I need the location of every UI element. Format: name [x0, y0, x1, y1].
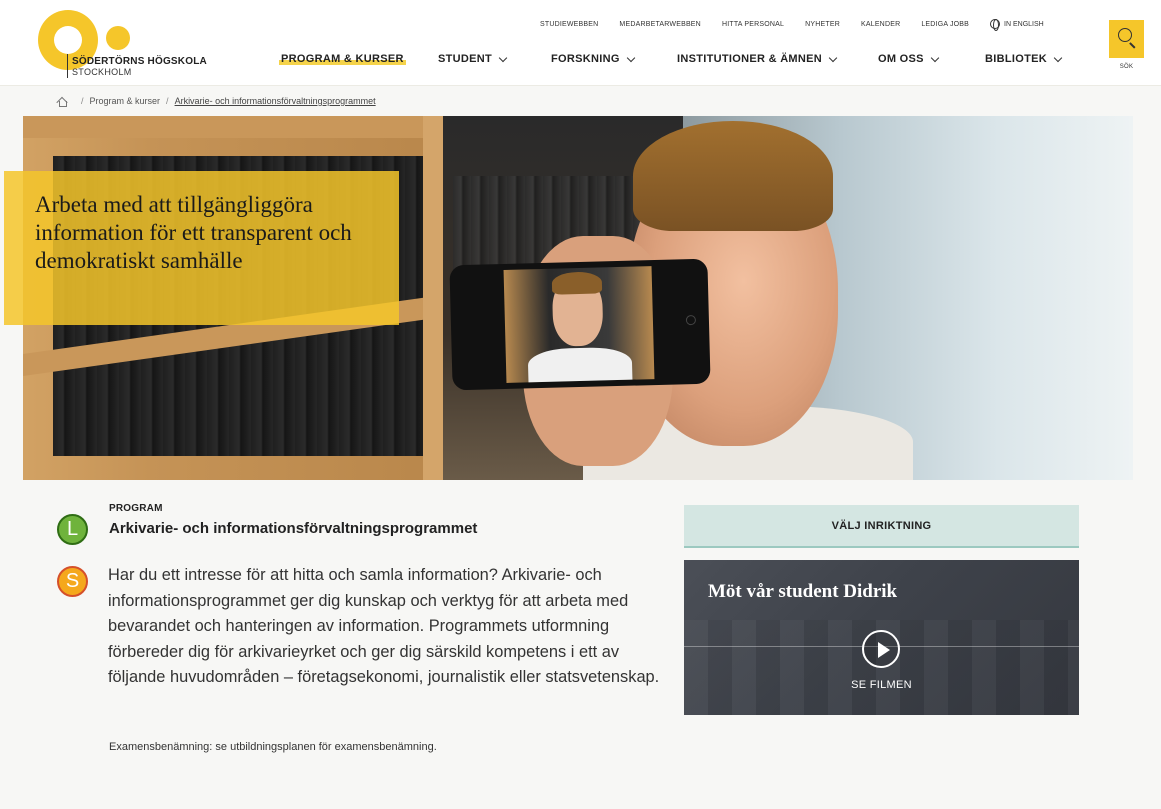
util-link-studiewebben[interactable]: STUDIEWEBBEN [540, 21, 598, 28]
nav-student[interactable]: STUDENT [438, 53, 508, 65]
nav-bibliotek[interactable]: BIBLIOTEK [985, 53, 1063, 65]
nav-label: OM OSS [878, 53, 924, 65]
nav-label: STUDENT [438, 53, 493, 65]
play-icon [878, 642, 890, 658]
hero-caption-text: Arbeta med att tillgängliggöra informati… [35, 192, 352, 273]
language-label: IN ENGLISH [1004, 20, 1044, 28]
chevron-down-icon [828, 53, 838, 62]
program-label: PROGRAM [109, 503, 163, 514]
choose-specialization-button[interactable]: VÄLJ INRIKTNING [684, 505, 1079, 548]
utility-nav: STUDIEWEBBEN MEDARBETARWEBBEN HITTA PERS… [540, 17, 1044, 31]
util-link-nyheter[interactable]: NYHETER [805, 21, 840, 28]
video-cta[interactable]: SE FILMEN [684, 679, 1079, 691]
search-label[interactable]: SÖK [1109, 64, 1144, 70]
util-link-lediga-jobb[interactable]: LEDIGA JOBB [921, 21, 969, 28]
hero-caption: Arbeta med att tillgängliggöra informati… [4, 171, 399, 325]
search-button[interactable] [1109, 20, 1144, 58]
breadcrumb: / Program & kurser / Arkivarie- och info… [57, 95, 376, 107]
util-link-hitta-personal[interactable]: HITTA PERSONAL [722, 21, 784, 28]
breadcrumb-item[interactable]: Program & kurser [90, 96, 161, 106]
chevron-down-icon [930, 53, 940, 62]
home-icon[interactable] [57, 97, 67, 107]
degree-note: Examensbenämning: se utbildningsplanen f… [109, 741, 437, 753]
nav-label: PROGRAM & KURSER [279, 53, 406, 65]
main-nav: PROGRAM & KURSER STUDENT FORSKNING INSTI… [0, 53, 1161, 69]
nav-forskning[interactable]: FORSKNING [551, 53, 635, 65]
nav-institutioner[interactable]: INSTITUTIONER & ÄMNEN [677, 53, 838, 65]
video-card[interactable]: Möt vår student Didrik SE FILMEN [684, 560, 1079, 715]
util-link-kalender[interactable]: KALENDER [861, 21, 900, 28]
nav-om-oss[interactable]: OM OSS [878, 53, 940, 65]
nav-label: FORSKNING [551, 53, 620, 65]
site-header: SÖDERTÖRNS HÖGSKOLA STOCKHOLM STUDIEWEBB… [0, 0, 1161, 86]
globe-icon [990, 19, 1001, 31]
s-badge: S [57, 566, 88, 597]
util-link-medarbetarwebben[interactable]: MEDARBETARWEBBEN [619, 21, 701, 28]
nav-label: BIBLIOTEK [985, 53, 1047, 65]
language-link[interactable]: IN ENGLISH [990, 19, 1044, 31]
nav-label: INSTITUTIONER & ÄMNEN [677, 53, 823, 65]
video-title: Möt vår student Didrik [708, 581, 898, 602]
search-icon [1118, 28, 1132, 42]
program-intro: Har du ett intresse för att hitta och sa… [108, 566, 660, 686]
chevron-down-icon [626, 53, 635, 62]
play-button[interactable] [862, 630, 900, 668]
logo-dot-icon [106, 26, 130, 50]
site-logo[interactable]: SÖDERTÖRNS HÖGSKOLA STOCKHOLM [36, 6, 226, 84]
chevron-down-icon [498, 53, 508, 62]
phone-image [449, 258, 711, 391]
chevron-down-icon [1053, 53, 1063, 62]
breadcrumb-current[interactable]: Arkivarie- och informationsförvaltningsp… [175, 96, 376, 106]
nav-program-kurser[interactable]: PROGRAM & KURSER [279, 53, 406, 65]
page-title: Arkivarie- och informationsförvaltningsp… [109, 520, 478, 537]
l-badge: L [57, 514, 88, 545]
